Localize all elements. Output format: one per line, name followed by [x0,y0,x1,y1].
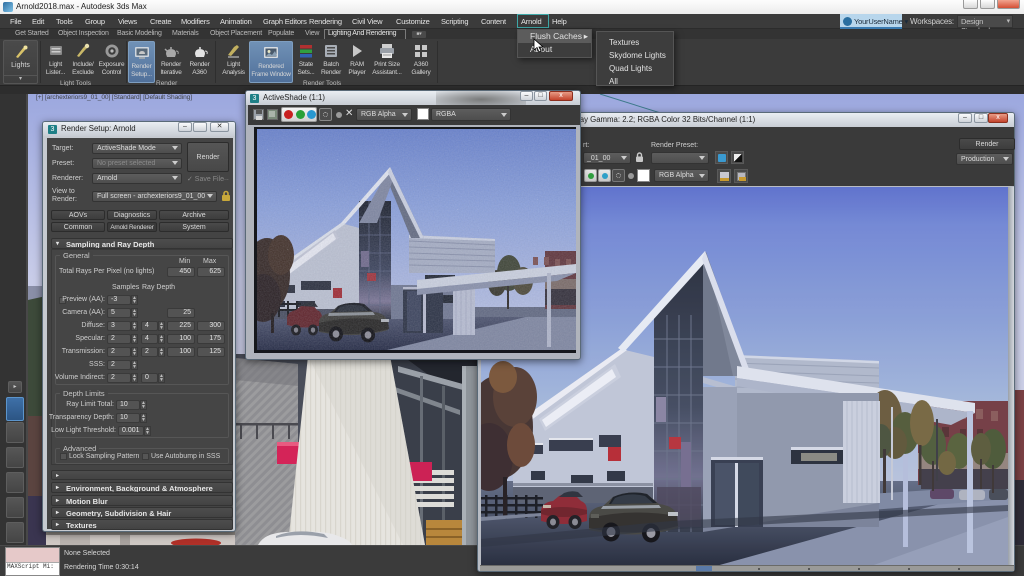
svg-text:[+] [archexteriors9_01_00] [St: [+] [archexteriors9_01_00] [Standard] [D… [36,94,192,101]
